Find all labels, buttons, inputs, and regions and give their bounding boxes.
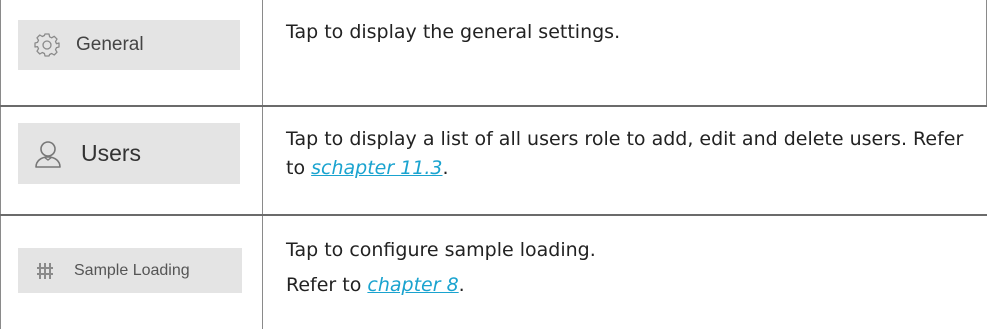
sample-loading-button[interactable]: Sample Loading	[18, 248, 242, 293]
sample-loading-icon	[36, 262, 54, 280]
description-line-1: Tap to configure sample loading.	[286, 239, 596, 261]
users-button-label: Users	[81, 140, 142, 166]
description-line-2: Refer to chapter 8.	[286, 271, 966, 300]
users-button[interactable]: Users	[18, 123, 240, 184]
users-description: Tap to display a list of all users role …	[286, 125, 966, 183]
chapter-11-3-link[interactable]: schapter 11.3	[311, 157, 442, 179]
description-text: Tap to display the general settings.	[286, 21, 621, 43]
general-description: Tap to display the general settings.	[286, 18, 966, 47]
table-row-general: General Tap to display the general setti…	[0, 0, 987, 107]
description-before-link: Refer to	[286, 274, 368, 296]
table-row-users: Users Tap to display a list of all users…	[0, 107, 987, 216]
general-button-label: General	[76, 34, 144, 55]
chapter-8-link[interactable]: chapter 8	[367, 274, 458, 296]
sample-loading-button-label: Sample Loading	[74, 261, 190, 279]
description-after-link: .	[458, 274, 465, 296]
description-after-link: .	[442, 157, 449, 179]
sample-loading-description: Tap to configure sample loading. Refer t…	[286, 236, 966, 300]
general-button[interactable]: General	[18, 20, 240, 70]
table-row-sample-loading: Sample Loading Tap to configure sample l…	[0, 216, 987, 329]
gear-icon	[34, 32, 60, 58]
user-icon	[33, 139, 63, 169]
description-text: Tap to display a list of all users role …	[286, 125, 966, 183]
settings-table: General Tap to display the general setti…	[0, 0, 987, 329]
